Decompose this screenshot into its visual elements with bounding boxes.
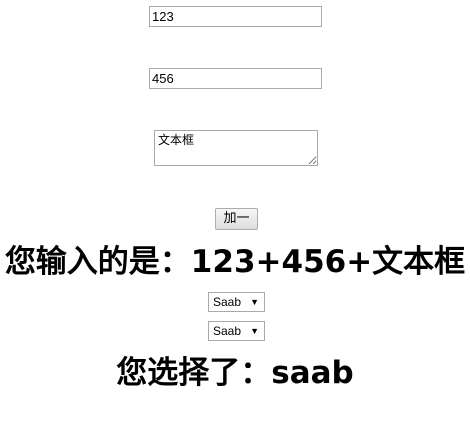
select-value: Saab xyxy=(213,295,242,309)
dropdown-arrow-icon: ▼ xyxy=(250,326,259,336)
second-number-input[interactable] xyxy=(149,68,322,89)
dropdown-arrow-icon: ▼ xyxy=(250,297,259,307)
car-select-2[interactable]: Saab ▼ xyxy=(208,321,265,341)
result-heading: 您输入的是：123+456+文本框 xyxy=(4,244,466,280)
selection-heading: 您选择了：saab xyxy=(116,355,354,391)
car-select-1[interactable]: Saab ▼ xyxy=(208,292,265,312)
add-one-button[interactable]: 加一 xyxy=(215,208,258,230)
first-number-input[interactable] xyxy=(149,6,322,27)
select-value: Saab xyxy=(213,324,242,338)
text-area[interactable]: 文本框 xyxy=(154,130,318,166)
